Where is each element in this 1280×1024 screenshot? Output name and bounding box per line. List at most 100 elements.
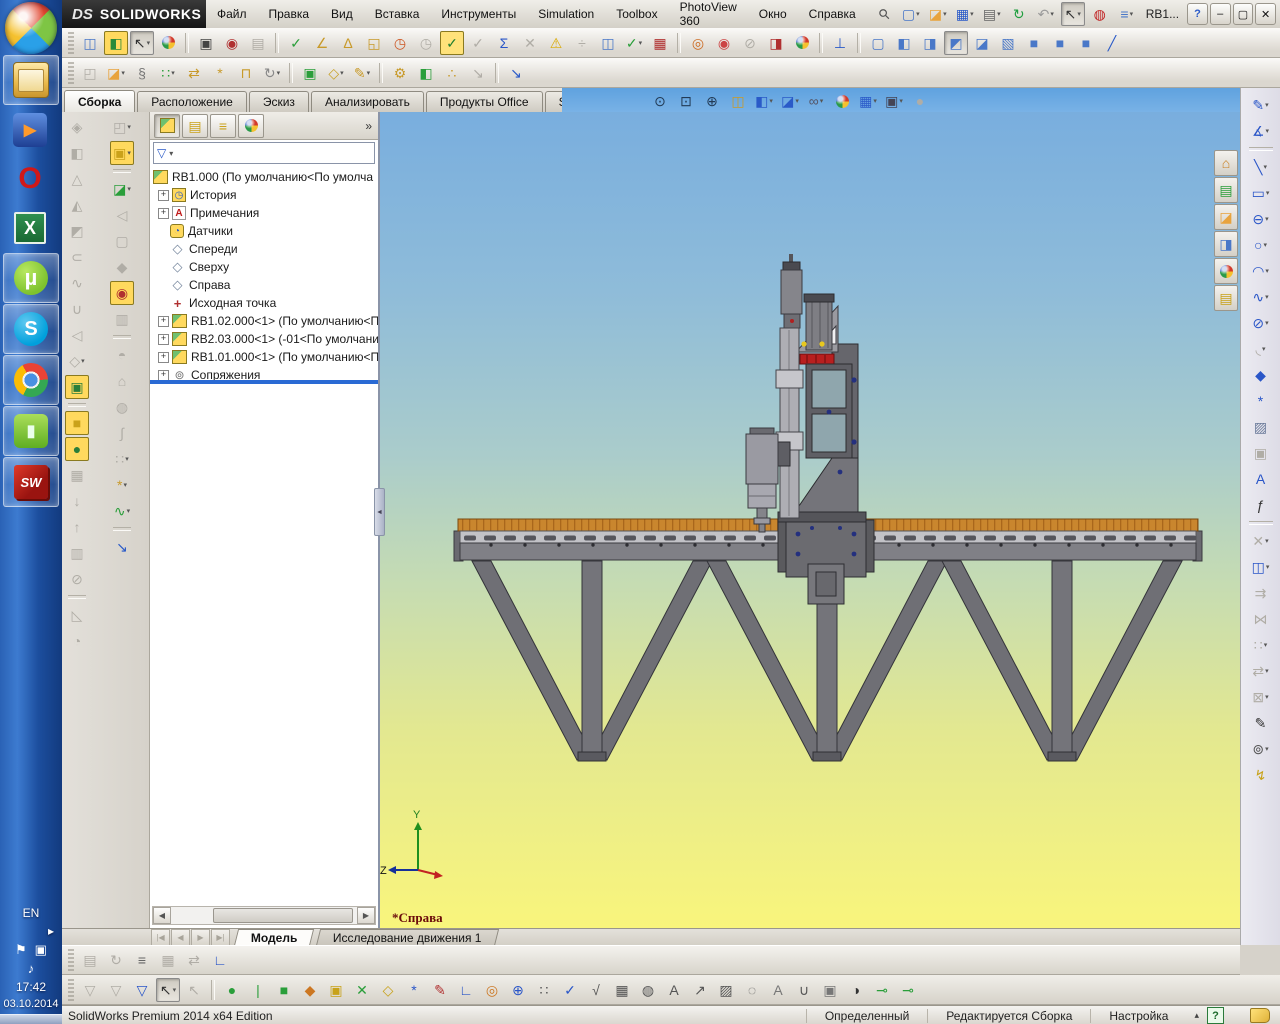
appearance-target-icon[interactable]: ◉ [712, 31, 736, 55]
tab-nav-1[interactable]: ◀ [171, 929, 190, 946]
explode-line-icon[interactable]: ↘ [466, 61, 490, 85]
hole-series-icon[interactable]: ∷▾ [110, 447, 134, 471]
circle-icon[interactable]: ○▾ [1249, 233, 1273, 257]
tree-item-plane-front[interactable]: ◇Спереди [150, 240, 378, 258]
move-component-icon[interactable]: ⇄ [182, 61, 206, 85]
solid-part-icon[interactable]: ◆ [110, 255, 134, 279]
view-sphere-icon[interactable] [156, 31, 180, 55]
verification-icon[interactable]: ✓▾ [622, 31, 646, 55]
warning-check-icon[interactable]: ⚠ [544, 31, 568, 55]
select-arrow-button[interactable]: ↖▾ [1061, 2, 1085, 26]
spline-icon[interactable]: ∿▾ [1249, 285, 1273, 309]
edit-assembly-icon[interactable]: ▣▾ [110, 141, 134, 165]
spring-icon[interactable]: ∿▾ [110, 499, 134, 523]
reference-geometry-icon[interactable]: ◇▾ [324, 61, 348, 85]
tree-split-highlight[interactable] [150, 380, 378, 384]
tree-horizontal-scrollbar[interactable]: ◀ ▶ [152, 906, 376, 925]
equation-curve-icon[interactable]: ƒ [1249, 493, 1273, 517]
mirror-components-icon[interactable]: ◺ [65, 603, 89, 627]
sketch-picture-icon[interactable]: ▣ [1249, 441, 1273, 465]
status-caret-icon[interactable]: ▴ [1186, 1010, 1207, 1021]
menu-вставка[interactable]: Вставка [364, 0, 431, 28]
view-settings-icon[interactable]: ▣▾ [882, 89, 906, 113]
ellipse-icon[interactable]: ⊘▾ [1249, 311, 1273, 335]
taskbar-explorer-icon[interactable] [3, 55, 59, 105]
design-library-icon[interactable]: ▤ [1214, 177, 1238, 203]
menu-toolbox[interactable]: Toolbox [605, 0, 668, 28]
rotate-component-icon[interactable]: ↻▾ [260, 61, 284, 85]
camera-icon[interactable]: ● [908, 89, 932, 113]
triad-move-icon[interactable]: ⊥ [828, 31, 852, 55]
search-model-icon[interactable]: ◎ [686, 31, 710, 55]
options-button[interactable]: ≡▾ [1115, 2, 1139, 26]
taskbar-opera-icon[interactable] [3, 155, 57, 203]
hatch-region-icon[interactable]: ▨ [1249, 415, 1273, 439]
network-icon[interactable]: ▣ [35, 942, 47, 958]
tab-анализировать[interactable]: Анализировать [311, 91, 424, 112]
pan-icon[interactable]: ⊕ [700, 89, 724, 113]
view-front-icon[interactable]: ▢ [866, 31, 890, 55]
propertymanager-tab[interactable]: ▤ [182, 114, 208, 138]
doc-tab-модель[interactable]: Модель [234, 929, 315, 946]
filter-sketch-icon[interactable]: ✎ [428, 978, 452, 1002]
insert-components-icon[interactable]: ◈ [65, 115, 89, 139]
display-style-icon[interactable]: ◪▾ [778, 89, 802, 113]
toolbar-grip[interactable] [68, 62, 74, 84]
tree-item-root[interactable]: RB1.000 (По умолчанию<По умолча [150, 168, 378, 186]
edit-scene-icon[interactable]: ▦▾ [856, 89, 880, 113]
expand-toggle[interactable]: + [158, 370, 169, 381]
language-indicator[interactable]: EN [0, 906, 62, 920]
tab-продукты-office[interactable]: Продукты Office [426, 91, 543, 112]
filter-axes-icon[interactable]: ✕ [350, 978, 374, 1002]
compare-documents-icon[interactable]: ◫ [596, 31, 620, 55]
taskbar-excel-icon[interactable] [3, 204, 57, 252]
open-in-context-icon[interactable]: ◪▾ [110, 177, 134, 201]
view-right-icon[interactable]: ◩ [944, 31, 968, 55]
scroll-right-button[interactable]: ▶ [357, 907, 375, 924]
sweep-icon[interactable]: ∫ [110, 421, 134, 445]
component-pattern-icon[interactable]: ∷▾ [156, 61, 180, 85]
rectangle-icon[interactable]: ▭▾ [1249, 181, 1273, 205]
tree-item-origin[interactable]: +Исходная точка [150, 294, 378, 312]
filter-select-icon[interactable]: ↖▾ [156, 978, 180, 1002]
toolbar-grip[interactable] [68, 979, 74, 1001]
filter-off-icon[interactable]: ▽ [78, 978, 102, 1002]
design-check-off-icon[interactable]: ✓ [466, 31, 490, 55]
rotate-view-icon[interactable]: ↻ [104, 948, 128, 972]
interference-icon[interactable]: ✕ [518, 31, 542, 55]
taskbar-media-icon[interactable] [3, 406, 59, 456]
filter-connector1-icon[interactable]: ⊸ [870, 978, 894, 1002]
start-button-icon[interactable] [5, 2, 57, 54]
sketch-icon[interactable]: ✎▾ [1249, 93, 1273, 117]
scroll-left-button[interactable]: ◀ [153, 907, 171, 924]
pie-sphere-icon[interactable] [790, 31, 814, 55]
view-trimetric-icon[interactable]: ■ [1074, 31, 1098, 55]
tab-nav-2[interactable]: ▶ [191, 929, 210, 946]
menu-правка[interactable]: Правка [258, 0, 321, 28]
show-desktop-button[interactable] [0, 1014, 62, 1024]
dome-icon[interactable]: ◓ [110, 343, 134, 367]
move-box-icon[interactable]: ◱ [362, 31, 386, 55]
featuremanager-tab[interactable] [154, 114, 180, 138]
spline-tool-icon[interactable]: ∿ [65, 271, 89, 295]
doc-tab-исследование-движения-1[interactable]: Исследование движения 1 [316, 929, 499, 946]
graphics-viewport[interactable]: Y Z *Справа ◄ ⌂▤◪◨▤ [380, 112, 1240, 928]
filter-dimension-icon[interactable]: ∟ [454, 978, 478, 1002]
undo-button[interactable]: ↶▾ [1034, 2, 1058, 26]
copy-with-mates-icon[interactable]: ◰▾ [110, 115, 134, 139]
tree-item-history[interactable]: +◷История [150, 186, 378, 204]
filter-edges-icon[interactable]: | [246, 978, 270, 1002]
taskbar-sw-icon[interactable] [3, 457, 59, 507]
envelope-icon[interactable]: ▥ [65, 541, 89, 565]
design-check-icon[interactable]: ✓ [440, 31, 464, 55]
offset-entities-icon[interactable]: ⇉ [1249, 581, 1273, 605]
custom-properties-icon[interactable]: ▤ [1214, 285, 1238, 311]
probe-icon[interactable]: ╱ [1100, 31, 1124, 55]
box-part-icon[interactable]: ▢ [110, 229, 134, 253]
select-tool[interactable]: ↖▾ [130, 31, 154, 55]
boat-icon[interactable]: ⌂ [110, 369, 134, 393]
filter-select-add-icon[interactable]: ↖ [182, 978, 206, 1002]
view-bottom-icon[interactable]: ▧ [996, 31, 1020, 55]
cylinder-icon[interactable]: ▥ [110, 307, 134, 331]
view-top-icon[interactable]: ◪ [970, 31, 994, 55]
